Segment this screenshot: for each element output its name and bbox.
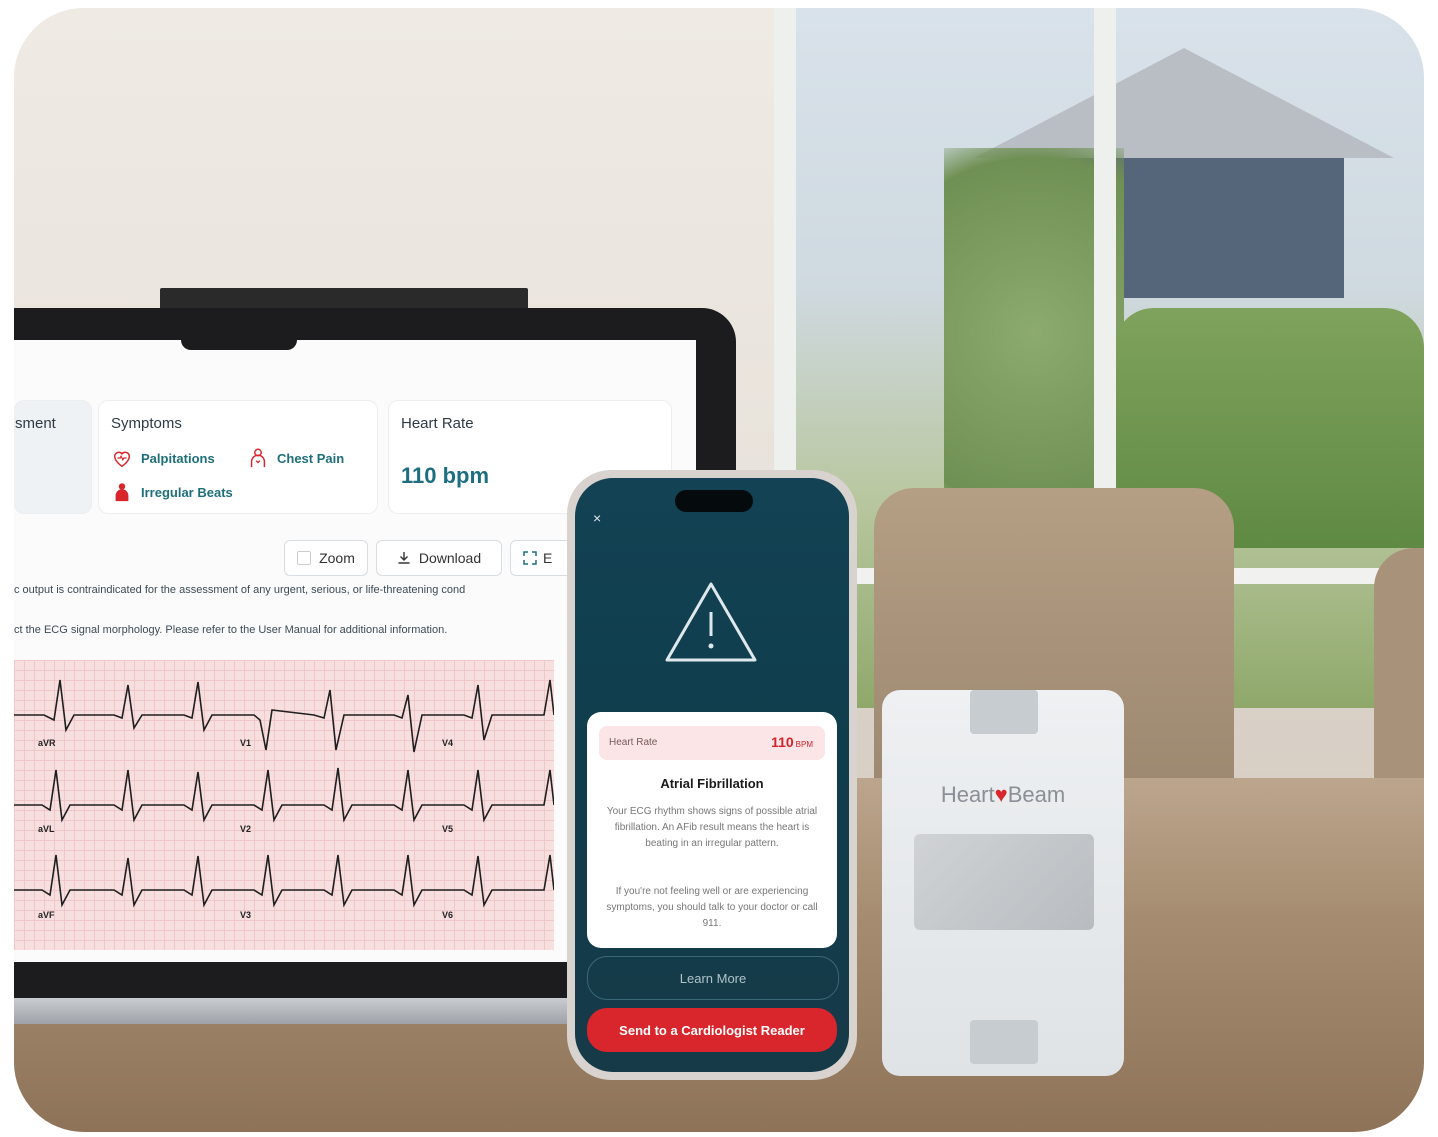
heart-rate-pill: Heart Rate 110 BPM [599, 726, 825, 760]
zoom-icon [297, 551, 312, 565]
download-icon [398, 552, 410, 564]
expand-label: E [543, 550, 553, 566]
result-description: Your ECG rhythm shows signs of possible … [606, 806, 818, 849]
download-label: Download [418, 550, 482, 566]
phone: × Heart Rate 110 BPM Atrial Fibrillation … [567, 470, 857, 1080]
lead-label: aVF [38, 910, 55, 920]
lead-label: V4 [442, 738, 454, 748]
phone-screen: × Heart Rate 110 BPM Atrial Fibrillation … [575, 478, 849, 1072]
result-sheet: Heart Rate 110 BPM Atrial Fibrillation Yo… [587, 712, 837, 948]
ecg-waveform [14, 679, 555, 908]
heart-rate-unit: BPM [795, 740, 813, 749]
lead-label: V3 [240, 910, 252, 920]
symptom-irregular-beats: Irregular Beats [111, 481, 233, 503]
device-electrode [914, 834, 1094, 930]
heart-rate-value: 110 bpm [401, 463, 490, 488]
disclaimer-line: ct the ECG signal morphology. Please ref… [14, 624, 448, 636]
heart-logo-icon: ♥ [994, 782, 1008, 807]
assessment-card: sment [14, 400, 92, 514]
product-photo-scene: sment Symptoms Palpitations Chest Pain I… [14, 8, 1424, 1132]
heart-rate-label: Heart Rate [609, 737, 658, 748]
laptop-notch [181, 328, 297, 350]
result-advice: If you're not feeling well or are experi… [606, 886, 818, 929]
brand-right: Beam [1007, 782, 1066, 807]
lead-label: V5 [442, 824, 454, 834]
heart-rate-title: Heart Rate [401, 415, 474, 432]
warning-icon [665, 582, 757, 662]
lead-label: V2 [240, 824, 252, 834]
heart-rate-number: 110 [771, 734, 794, 750]
assessment-title: sment [15, 415, 56, 432]
device-logo: Heart♥Beam [882, 782, 1124, 808]
person-chest-pain-icon [250, 448, 266, 468]
ecg-strip: aVR V1 V4 aVL V2 V5 aVF V3 V6 [14, 660, 555, 950]
dynamic-island [675, 490, 753, 512]
download-button[interactable]: Download [376, 540, 502, 576]
symptom-label: Chest Pain [277, 450, 345, 466]
zoom-button[interactable]: Zoom [284, 540, 368, 576]
device-clip [970, 1020, 1038, 1064]
heart-icon [113, 451, 131, 468]
symptom-chest-pain: Chest Pain [247, 447, 344, 469]
close-icon[interactable]: × [593, 510, 601, 526]
expand-icon [523, 551, 537, 565]
symptom-palpitations: Palpitations [111, 447, 215, 469]
person-irregular-beats-icon [115, 483, 129, 502]
device-clip [970, 690, 1038, 734]
house-roof [974, 48, 1394, 158]
send-to-cardiologist-button[interactable]: Send to a Cardiologist Reader [587, 1008, 837, 1052]
heart-rate-value: 110 BPM [771, 734, 813, 750]
symptom-label: Palpitations [141, 450, 215, 466]
heartbeam-device: Heart♥Beam [882, 690, 1124, 1076]
result-title: Atrial Fibrillation [660, 776, 764, 791]
symptom-label: Irregular Beats [141, 484, 233, 500]
symptoms-card: Symptoms Palpitations Chest Pain Irregul… [98, 400, 378, 514]
disclaimer-line: c output is contraindicated for the asse… [14, 584, 466, 596]
learn-more-button[interactable]: Learn More [587, 956, 839, 1000]
lead-label: aVR [38, 738, 56, 748]
lead-label: V1 [240, 738, 252, 748]
zoom-label: Zoom [319, 550, 355, 566]
symptoms-title: Symptoms [111, 415, 182, 432]
brand-left: Heart [940, 782, 995, 807]
lead-label: aVL [38, 824, 55, 834]
lead-label: V6 [442, 910, 454, 920]
